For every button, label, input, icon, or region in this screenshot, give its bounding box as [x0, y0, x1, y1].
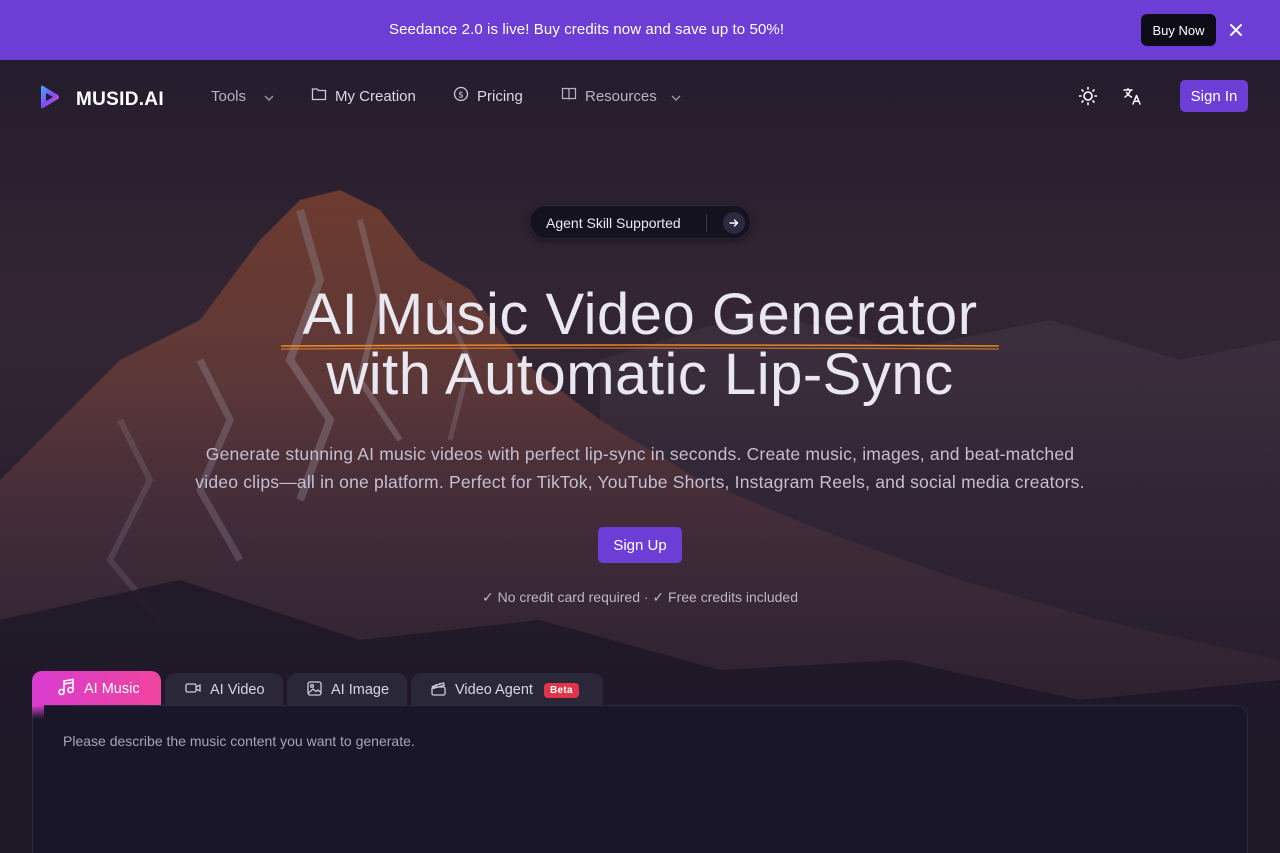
tab-ai-music-label: AI Music [84, 681, 140, 697]
logo-text: MUSID.AI [76, 88, 164, 110]
music-prompt-input[interactable] [63, 733, 1213, 843]
hero-subtitle: Generate stunning AI music videos with p… [150, 440, 1130, 496]
pill-divider [706, 214, 707, 232]
tab-video-agent-label: Video Agent [455, 682, 533, 698]
buy-now-button[interactable]: Buy Now [1141, 14, 1216, 46]
agent-skill-pill[interactable]: Agent Skill Supported [529, 205, 751, 239]
nav-pricing-label: Pricing [477, 87, 523, 105]
tab-ai-image-label: AI Image [331, 682, 390, 698]
tab-ai-video[interactable]: AI Video [165, 673, 283, 707]
clapperboard-icon [431, 681, 446, 700]
agent-skill-label: Agent Skill Supported [546, 215, 681, 231]
sign-up-button[interactable]: Sign Up [598, 527, 682, 563]
translate-icon[interactable] [1121, 85, 1143, 107]
logo[interactable]: MUSID.AI [36, 84, 164, 115]
nav-resources-label: Resources [585, 87, 657, 105]
hero-title-line-1: AI Music Video Generator [302, 282, 978, 347]
fine-print: ✓ No credit card required · ✓ Free credi… [481, 589, 799, 605]
title-underline [281, 344, 999, 350]
sun-icon[interactable] [1077, 85, 1099, 107]
music-note-icon [57, 678, 75, 700]
hero-subtitle-line-1: Generate stunning AI music videos with p… [205, 444, 1075, 464]
arrow-right-icon [723, 212, 745, 234]
image-icon [307, 680, 322, 700]
promo-banner: Seedance 2.0 is live! Buy credits now an… [0, 0, 1280, 60]
nav-tools[interactable]: Tools [211, 87, 274, 105]
nav-my-creation[interactable]: My Creation [311, 87, 416, 105]
dollar-circle-icon: $ [453, 86, 469, 106]
close-icon[interactable] [1226, 20, 1246, 40]
svg-text:$: $ [458, 91, 464, 101]
tab-video-agent[interactable]: Video Agent Beta [411, 673, 603, 707]
folder-icon [311, 87, 327, 105]
nav-resources[interactable]: Resources [561, 87, 681, 105]
hero-subtitle-line-2: video clips—all in one platform. Perfect… [195, 472, 1085, 492]
nav-tools-label: Tools [211, 87, 247, 105]
sign-in-button[interactable]: Sign In [1180, 80, 1248, 112]
logo-play-icon [36, 84, 62, 115]
nav-pricing[interactable]: $ Pricing [453, 86, 523, 106]
tab-ai-video-label: AI Video [210, 682, 265, 698]
promo-text: Seedance 2.0 is live! Buy credits now an… [389, 21, 785, 38]
hero-title-line-2: with Automatic Lip-Sync [326, 342, 954, 407]
panel-accent [32, 705, 44, 719]
beta-badge: Beta [543, 682, 579, 698]
tab-ai-image[interactable]: AI Image [287, 673, 407, 707]
book-icon [561, 87, 577, 105]
nav-my-creation-label: My Creation [335, 87, 416, 105]
chevron-down-icon [264, 88, 274, 105]
tab-ai-music[interactable]: AI Music [32, 671, 161, 707]
video-camera-icon [185, 682, 201, 698]
chevron-down-icon [671, 88, 681, 105]
